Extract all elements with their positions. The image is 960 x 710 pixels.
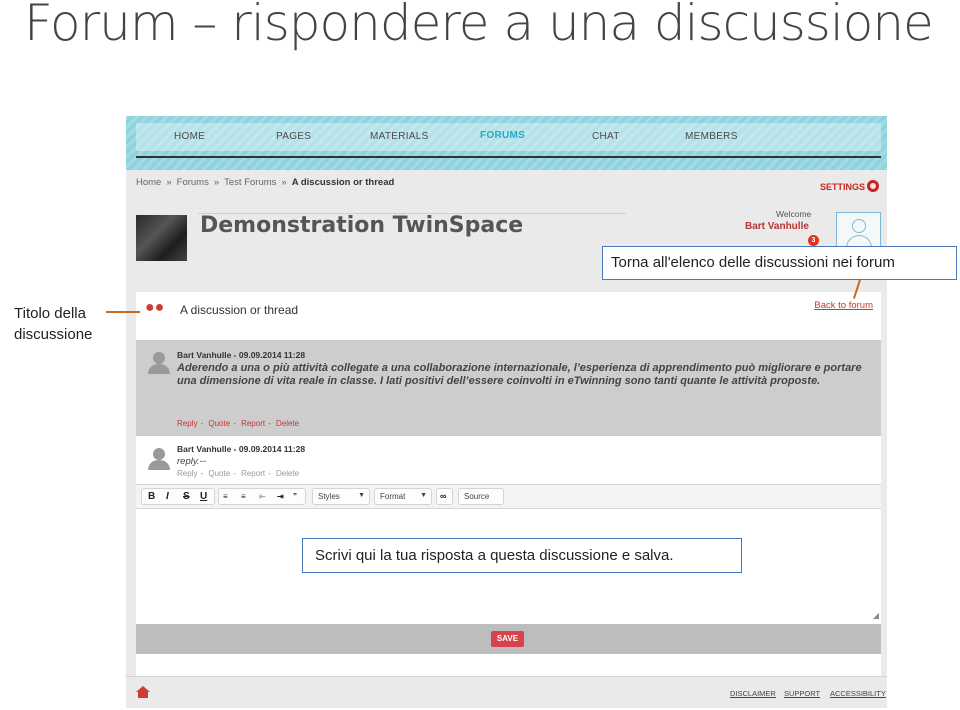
reply-link[interactable]: Reply <box>177 419 197 428</box>
settings-label: SETTINGS <box>819 182 865 192</box>
save-bar: SAVE <box>136 624 881 654</box>
disclaimer-link[interactable]: DISCLAIMER <box>730 689 776 698</box>
styles-label: Styles <box>318 492 340 501</box>
post-meta: Bart Vanhulle - 09.09.2014 11:28 <box>177 444 306 454</box>
bold-button[interactable]: B <box>148 491 155 502</box>
top-navbar: HOME PAGES MATERIALS FORUMS CHAT MEMBERS <box>126 116 887 170</box>
nav-materials[interactable]: MATERIALS <box>370 131 429 142</box>
thread-title: A discussion or thread <box>180 303 299 317</box>
action-separator: - <box>268 469 271 478</box>
group-icon: ●● <box>145 299 165 316</box>
save-button[interactable]: SAVE <box>491 631 524 647</box>
delete-link[interactable]: Delete <box>276 419 299 428</box>
reply-callout: Scrivi qui la tua risposta a questa disc… <box>302 538 742 573</box>
slide-title: Forum – rispondere a una discussione <box>24 0 934 52</box>
thread-panel: ●● A discussion or thread Back to forum … <box>136 292 881 688</box>
post: Bart Vanhulle - 09.09.2014 11:28 reply.-… <box>136 438 881 482</box>
resize-handle-icon[interactable]: ◢ <box>873 611 879 620</box>
link-button[interactable]: ∞ <box>436 488 453 505</box>
action-separator: - <box>233 419 236 428</box>
user-silhouette-icon <box>148 352 170 374</box>
breadcrumb-current: A discussion or thread <box>291 177 395 188</box>
chevron-down-icon: ▼ <box>420 492 427 499</box>
italic-button[interactable]: I <box>166 491 169 502</box>
styles-select[interactable]: Styles ▼ <box>312 488 370 505</box>
nav-chat[interactable]: CHAT <box>592 131 620 142</box>
nav-divider <box>136 156 881 158</box>
post-actions: Reply - Quote - Report - Delete <box>177 469 302 478</box>
nav-members[interactable]: MEMBERS <box>685 131 738 142</box>
twinspace-thumbnail <box>136 215 187 261</box>
screenshot-frame: HOME PAGES MATERIALS FORUMS CHAT MEMBERS… <box>126 116 887 708</box>
action-separator: - <box>268 419 271 428</box>
post-text: Aderendo a una o più attività collegate … <box>177 362 862 387</box>
source-label: Source <box>464 492 490 501</box>
outdent-icon[interactable]: ⇤ <box>259 492 266 501</box>
underline-button[interactable]: U <box>200 491 207 502</box>
notification-badge[interactable]: 3 <box>808 235 819 246</box>
user-name[interactable]: Bart Vanhulle <box>745 221 809 232</box>
quote-link[interactable]: Quote <box>208 469 230 478</box>
accessibility-link[interactable]: ACCESSIBILITY <box>830 689 886 698</box>
settings-link[interactable]: SETTINGS <box>820 180 879 192</box>
list-indent-group: ≡ ≡ ⇤ ⇥ ” <box>218 488 306 505</box>
gear-icon <box>867 180 879 192</box>
post-text: reply.-- <box>177 456 206 467</box>
format-label: Format <box>380 492 406 501</box>
delete-link[interactable]: Delete <box>276 469 299 478</box>
chevron-down-icon: ▼ <box>358 492 365 499</box>
post-actions: Reply - Quote - Report - Delete <box>177 419 302 428</box>
thread-title-callout-line2: discussione <box>14 326 93 343</box>
report-link[interactable]: Report <box>241 419 265 428</box>
title-callout-connector <box>106 311 140 313</box>
quote-link[interactable]: Quote <box>208 419 230 428</box>
breadcrumb-separator: » <box>213 177 220 188</box>
blockquote-icon[interactable]: ” <box>293 492 297 501</box>
breadcrumb: Home » Forums » Test Forums » A discussion or … <box>136 177 394 188</box>
action-separator: - <box>200 469 204 478</box>
thread-title-callout-line1: Titolo della <box>14 305 86 322</box>
thread-title-callout: Titolo della discussione <box>14 303 92 345</box>
editor-toolbar: B I S U ≡ ≡ ⇤ ⇥ ” Styles ▼ Format ▼ ∞ Sour… <box>136 485 881 509</box>
reply-link[interactable]: Reply <box>177 469 197 478</box>
twinspace-title: Demonstration TwinSpace <box>200 213 524 238</box>
indent-icon[interactable]: ⇥ <box>277 492 284 501</box>
user-silhouette-icon <box>148 448 170 470</box>
strike-button[interactable]: S <box>183 491 190 502</box>
source-button[interactable]: Source <box>458 488 504 505</box>
numbered-list-icon[interactable]: ≡ <box>223 492 228 501</box>
breadcrumb-test-forums[interactable]: Test Forums <box>224 177 276 188</box>
report-link[interactable]: Report <box>241 469 265 478</box>
breadcrumb-separator: » <box>166 177 172 188</box>
link-icon: ∞ <box>440 491 447 501</box>
breadcrumb-separator: » <box>281 177 287 188</box>
nav-pages[interactable]: PAGES <box>276 131 311 142</box>
action-separator: - <box>233 469 236 478</box>
footer: DISCLAIMER SUPPORT ACCESSIBILITY <box>126 676 887 708</box>
back-to-forum-link[interactable]: Back to forum <box>814 300 873 311</box>
bullet-list-icon[interactable]: ≡ <box>241 492 246 501</box>
breadcrumb-forums[interactable]: Forums <box>177 177 209 188</box>
text-format-group: B I S U <box>141 488 215 505</box>
back-to-forum-callout: Torna all'elenco delle discussioni nei f… <box>602 246 957 280</box>
breadcrumb-home[interactable]: Home <box>136 177 161 188</box>
format-select[interactable]: Format ▼ <box>374 488 432 505</box>
avatar-head <box>852 219 866 233</box>
home-icon[interactable] <box>136 686 150 698</box>
nav-home[interactable]: HOME <box>174 131 205 142</box>
post-meta: Bart Vanhulle - 09.09.2014 11:28 <box>177 350 306 360</box>
action-separator: - <box>200 419 204 428</box>
post: Bart Vanhulle - 09.09.2014 11:28 Aderend… <box>136 340 881 436</box>
welcome-text: Welcome <box>776 209 812 219</box>
nav-forums[interactable]: FORUMS <box>480 130 525 141</box>
support-link[interactable]: SUPPORT <box>784 689 820 698</box>
